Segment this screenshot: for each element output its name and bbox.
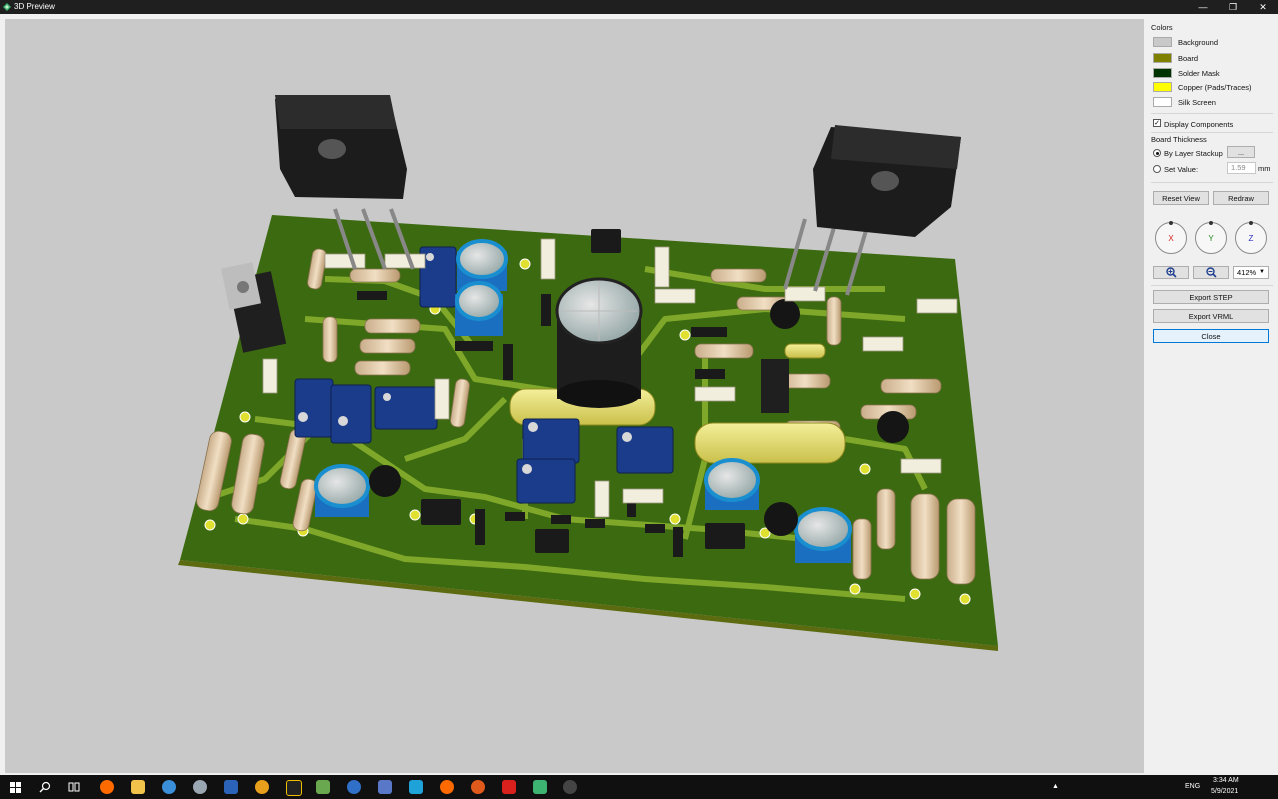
file-explorer-icon[interactable] <box>131 780 145 794</box>
app-icon-green[interactable] <box>316 780 330 794</box>
language-indicator[interactable]: ENG <box>1185 783 1200 790</box>
separator <box>1151 132 1273 133</box>
taskbar: ▲ ENG 3:34 AM 5/9/2021 <box>0 775 1278 799</box>
app-icon <box>3 3 11 11</box>
zoom-in-button[interactable] <box>1153 266 1189 279</box>
easyeda-icon[interactable] <box>533 780 547 794</box>
display-components-label: Display Components <box>1164 120 1234 129</box>
edge-browser-icon[interactable] <box>162 780 176 794</box>
rotate-x-dial[interactable]: X <box>1155 221 1187 254</box>
minimize-icon: — <box>1198 2 1208 12</box>
redraw-button[interactable]: Redraw <box>1213 191 1269 205</box>
calculator-icon[interactable] <box>224 780 238 794</box>
close-icon: ✕ <box>1259 1 1267 12</box>
axis-y-label: Y <box>1208 233 1214 243</box>
solder-mask-color-label: Solder Mask <box>1178 69 1220 78</box>
checkmark-icon: ✓ <box>1154 120 1160 127</box>
firefox-icon[interactable] <box>100 780 114 794</box>
minimize-button[interactable]: — <box>1188 0 1218 14</box>
xampp-icon[interactable] <box>471 780 485 794</box>
pcb-app-icon[interactable] <box>286 780 302 796</box>
title-bar: 3D Preview — ❐ ✕ <box>0 0 1278 14</box>
task-view-icon[interactable] <box>68 781 80 793</box>
close-window-button[interactable]: ✕ <box>1248 0 1278 14</box>
background-color-label: Background <box>1178 38 1219 47</box>
thickness-value-input[interactable]: 1.59 <box>1227 162 1256 174</box>
separator <box>1151 113 1273 114</box>
windows-start-icon[interactable] <box>10 782 21 793</box>
restore-icon: ❐ <box>1228 1 1238 12</box>
settings-app-icon[interactable] <box>193 780 207 794</box>
clock-time[interactable]: 3:34 AM <box>1213 777 1239 784</box>
copper-color-label: Copper (Pads/Traces) <box>1178 83 1252 92</box>
set-value-radio[interactable] <box>1153 165 1161 173</box>
tray-icons[interactable]: ▲ <box>1052 783 1059 790</box>
copper-color-swatch[interactable] <box>1153 82 1172 92</box>
qbittorrent-icon[interactable] <box>347 780 361 794</box>
separator <box>1151 182 1273 183</box>
maximize-button[interactable]: ❐ <box>1218 0 1248 14</box>
thickness-unit: mm <box>1258 164 1271 173</box>
solder-mask-color-swatch[interactable] <box>1153 68 1172 78</box>
rotate-z-dial[interactable]: Z <box>1235 221 1267 254</box>
silk-screen-color-swatch[interactable] <box>1153 97 1172 107</box>
colors-heading: Colors <box>1151 23 1173 32</box>
board-color-swatch[interactable] <box>1153 53 1172 63</box>
flash-app-icon[interactable] <box>502 780 516 794</box>
search-icon[interactable] <box>39 781 51 793</box>
zoom-out-button[interactable] <box>1193 266 1229 279</box>
silk-screen-color-label: Silk Screen <box>1178 98 1216 107</box>
settings-panel: Colors Background Board Solder Mask Copp… <box>1147 19 1278 773</box>
separator <box>1151 285 1273 286</box>
app-icon-gray[interactable] <box>563 780 577 794</box>
reset-view-button[interactable]: Reset View <box>1153 191 1209 205</box>
export-step-button[interactable]: Export STEP <box>1153 290 1269 304</box>
window-title: 3D Preview <box>14 2 55 11</box>
display-components-checkbox[interactable]: ✓ <box>1153 119 1161 127</box>
layer-stackup-button[interactable]: ... <box>1227 146 1255 158</box>
zoom-level-value: 412% <box>1237 268 1257 277</box>
monero-icon[interactable] <box>440 780 454 794</box>
pcb-3d-render <box>178 95 998 651</box>
background-color-swatch[interactable] <box>1153 37 1172 47</box>
app-icon-warning[interactable] <box>255 780 269 794</box>
teamviewer-icon[interactable] <box>409 780 423 794</box>
3d-viewport[interactable] <box>5 19 1144 773</box>
by-layer-stackup-radio[interactable] <box>1153 149 1161 157</box>
zoom-level-select[interactable]: 412% ▼ <box>1233 266 1269 279</box>
save-app-icon[interactable] <box>378 780 392 794</box>
board-color-label: Board <box>1178 54 1199 63</box>
clock-date[interactable]: 5/9/2021 <box>1211 788 1238 795</box>
by-layer-stackup-label: By Layer Stackup <box>1164 149 1223 158</box>
zoom-out-icon <box>1205 267 1217 278</box>
axis-x-label: X <box>1168 233 1174 243</box>
set-value-label: Set Value: <box>1164 165 1199 174</box>
export-vrml-button[interactable]: Export VRML <box>1153 309 1269 323</box>
axis-z-label: Z <box>1248 233 1254 243</box>
zoom-in-icon <box>1165 267 1177 278</box>
close-button[interactable]: Close <box>1153 329 1269 343</box>
rotate-y-dial[interactable]: Y <box>1195 221 1227 254</box>
board-thickness-heading: Board Thickness <box>1151 135 1207 144</box>
chevron-down-icon: ▼ <box>1259 269 1265 275</box>
